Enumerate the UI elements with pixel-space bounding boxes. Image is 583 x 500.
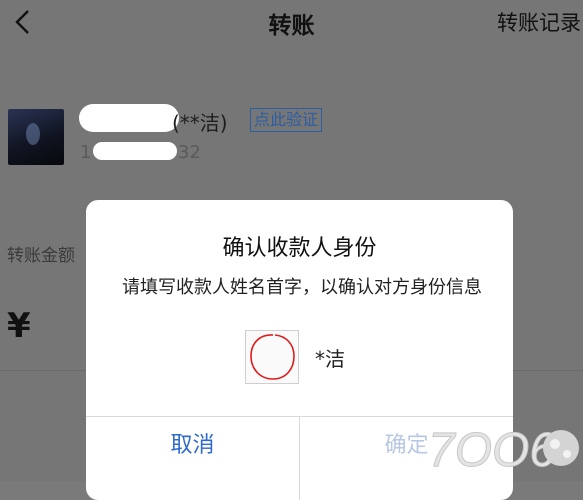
first-initial-input[interactable] <box>245 330 299 384</box>
account-suffix: 32 <box>178 142 201 163</box>
watermark-logo: 7OO6 <box>428 424 579 478</box>
red-circle-annotation <box>250 334 295 380</box>
account-prefix: 1 <box>80 142 92 163</box>
page-title: 转账 <box>268 13 315 39</box>
recipient-avatar <box>8 109 64 165</box>
currency-symbol: ¥ <box>7 306 31 346</box>
name-redaction <box>79 104 179 132</box>
dialog-title: 确认收款人身份 <box>222 236 377 261</box>
watermark-text: 7OO6 <box>428 424 556 477</box>
nav-bar: 转账 转账记录 <box>0 0 583 44</box>
account-redaction <box>93 142 177 160</box>
dialog-message: 请填写收款人姓名首字，以确认对方身份信息 <box>122 277 482 298</box>
amount-label: 转账金额 <box>7 246 75 266</box>
recipient-name-masked: (**洁) <box>172 111 228 135</box>
masked-recipient-name: *洁 <box>315 347 345 371</box>
verify-link[interactable]: 点此验证 <box>250 108 323 132</box>
transfer-records-link[interactable]: 转账记录 <box>497 7 581 37</box>
cancel-button[interactable]: 取消 <box>86 417 299 477</box>
